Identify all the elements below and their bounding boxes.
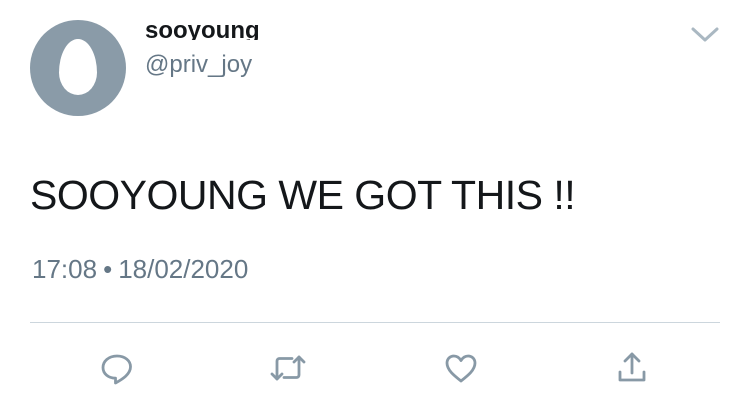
share-button[interactable] — [612, 348, 652, 388]
divider — [30, 322, 720, 323]
tweet-date: 18/02/2020 — [118, 254, 249, 284]
retweet-button[interactable] — [268, 348, 308, 388]
reply-button[interactable] — [97, 348, 137, 388]
tweet-detail: sooyoung @priv_joy SOOYOUNG WE GOT THIS … — [0, 0, 750, 400]
chevron-down-icon — [691, 27, 719, 42]
reply-icon — [101, 354, 132, 385]
like-button[interactable] — [441, 348, 481, 388]
retweet-icon — [270, 355, 306, 381]
heart-icon — [445, 354, 477, 383]
egg-avatar-icon — [59, 39, 97, 95]
meta-separator: • — [103, 254, 113, 284]
user-handle[interactable]: @priv_joy — [145, 50, 252, 80]
tweet-text: SOOYOUNG WE GOT THIS !! — [30, 172, 576, 218]
tweet-timestamp[interactable]: 17:08 • 18/02/2020 — [32, 252, 248, 286]
tweet-menu-button[interactable] — [688, 22, 722, 48]
share-icon — [618, 352, 646, 382]
avatar[interactable] — [30, 20, 126, 116]
display-name[interactable]: sooyoung — [145, 16, 260, 40]
tweet-time: 17:08 — [32, 254, 98, 284]
